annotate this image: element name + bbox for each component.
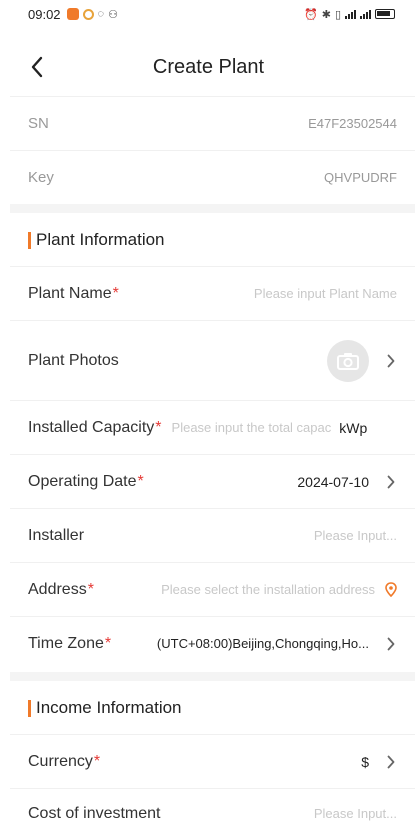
battery-icon [375, 9, 395, 19]
chevron-right-icon [385, 755, 397, 769]
required-mark: * [155, 418, 162, 436]
vibrate-icon: ▯ [334, 8, 341, 21]
plant-photos-label: Plant Photos [28, 351, 119, 369]
chevron-right-icon [385, 637, 397, 651]
required-mark: * [112, 284, 119, 302]
cost-of-investment-label: Cost of investment [28, 804, 161, 822]
section-divider [10, 672, 415, 681]
key-row: Key QHVPUDRF [10, 150, 415, 204]
plant-photos-row[interactable]: Plant Photos [10, 320, 415, 400]
required-mark: * [137, 472, 144, 490]
key-label: Key [28, 169, 54, 186]
time-zone-value[interactable]: (UTC+08:00)Beijing,Chongqing,Ho... [157, 636, 369, 651]
operating-date-row[interactable]: Operating Date* 2024-07-10 [10, 454, 415, 508]
bluetooth-icon: ✱ [321, 8, 331, 21]
plant-name-input[interactable]: Please input Plant Name [254, 286, 397, 301]
location-pin-icon[interactable] [385, 582, 397, 597]
plant-name-row[interactable]: Plant Name* Please input Plant Name [10, 266, 415, 320]
camera-icon [337, 352, 359, 370]
status-time: 09:02 [28, 6, 61, 22]
time-zone-label: Time Zone* [28, 634, 112, 652]
sn-label: SN [28, 115, 49, 132]
nav-bar: Create Plant [0, 40, 417, 94]
currency-label: Currency* [28, 752, 101, 770]
capacity-unit: kWp [339, 419, 368, 436]
required-mark: * [93, 752, 101, 770]
notification-icons: ◌ ⚇ [66, 8, 118, 21]
chevron-right-icon [385, 475, 397, 489]
installed-capacity-row[interactable]: Installed Capacity* Please input the tot… [10, 400, 415, 454]
key-value: QHVPUDRF [324, 170, 397, 185]
currency-row[interactable]: Currency* $ [10, 734, 415, 788]
operating-date-value[interactable]: 2024-07-10 [297, 474, 369, 490]
signal-icon [360, 9, 371, 19]
cost-of-investment-input[interactable]: Please Input... [314, 806, 397, 821]
required-mark: * [104, 634, 112, 652]
section-title: Income Information [36, 698, 182, 717]
sn-row: SN E47F23502544 [10, 96, 415, 150]
currency-value[interactable]: $ [361, 754, 369, 770]
add-photo-button[interactable] [327, 339, 369, 382]
installed-capacity-input[interactable]: Please input the total capac [172, 420, 332, 435]
chevron-left-icon [31, 56, 43, 78]
cost-of-investment-row[interactable]: Cost of investment Please Input... [10, 788, 415, 838]
installer-row[interactable]: Installer Please Input... [10, 508, 415, 562]
installer-input[interactable]: Please Input... [314, 528, 397, 543]
alarm-icon: ⏰ [304, 8, 318, 21]
app-notification-icon: ⚇ [108, 8, 118, 21]
required-mark: * [87, 580, 94, 598]
operating-date-label: Operating Date* [28, 472, 144, 490]
sn-value: E47F23502544 [308, 116, 397, 131]
app-notification-icon [66, 8, 79, 20]
section-accent-bar [28, 699, 31, 717]
section-accent-bar [28, 231, 31, 249]
address-input[interactable]: Please select the installation address [161, 582, 375, 597]
page-title: Create Plant [152, 55, 265, 78]
income-information-header: Income Information [10, 682, 415, 734]
address-row[interactable]: Address* Please select the installation … [10, 562, 415, 616]
section-title: Plant Information [36, 230, 165, 249]
time-zone-row[interactable]: Time Zone* (UTC+08:00)Beijing,Chongqing,… [10, 616, 415, 670]
chevron-right-icon [385, 354, 397, 368]
address-label: Address* [28, 580, 94, 598]
plant-name-label: Plant Name* [28, 284, 119, 302]
app-notification-icon [82, 8, 94, 20]
plant-information-header: Plant Information [10, 214, 415, 266]
signal-icon [345, 9, 356, 19]
app-notification-icon: ◌ [97, 8, 105, 20]
installer-label: Installer [28, 526, 85, 544]
back-button[interactable] [22, 52, 52, 82]
installed-capacity-label: Installed Capacity* [28, 418, 162, 436]
status-bar: 09:02 ◌ ⚇ ⏰ ✱ ▯ [0, 0, 417, 28]
section-divider [10, 204, 415, 213]
system-status-icons: ⏰ ✱ ▯ [304, 8, 395, 21]
